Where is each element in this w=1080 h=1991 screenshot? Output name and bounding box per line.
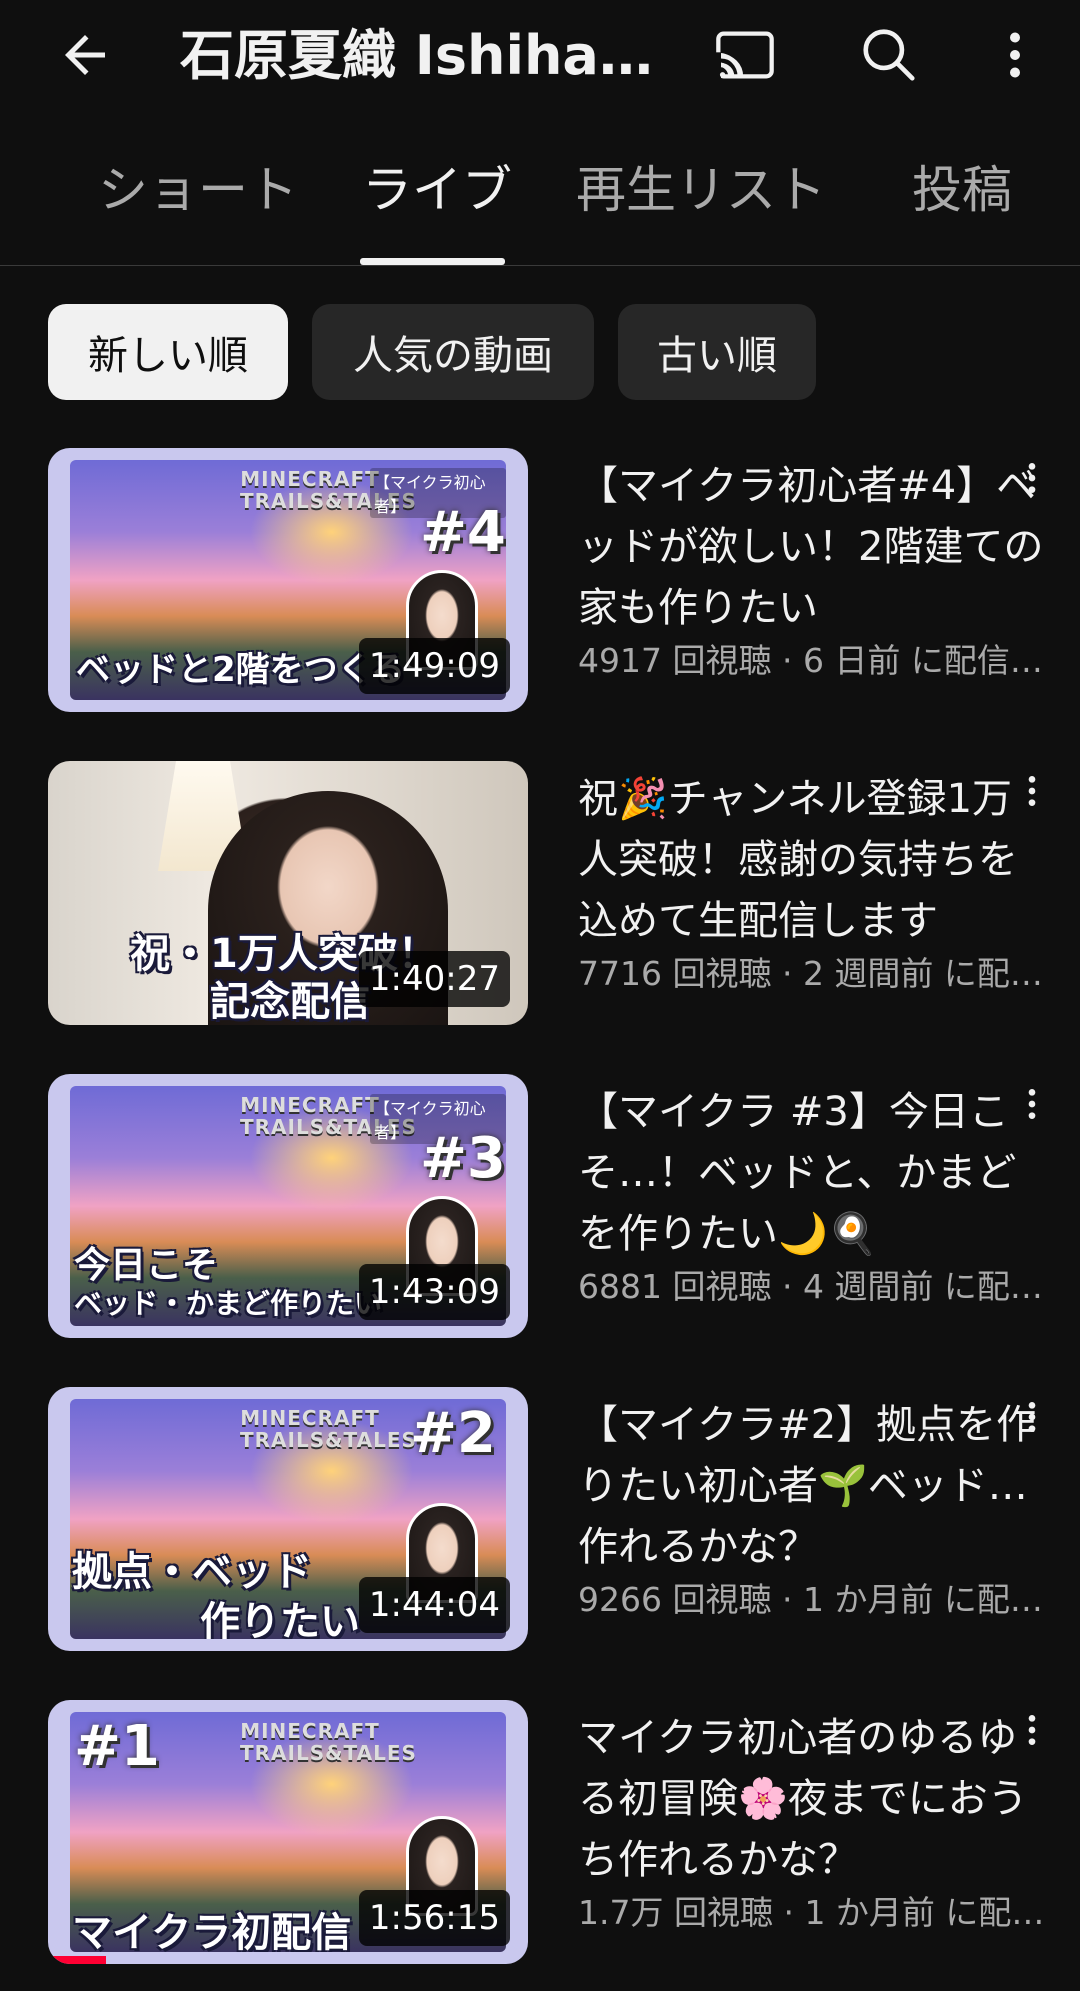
episode-number: #1	[74, 1714, 160, 1779]
video-duration: 1:44:04	[358, 1577, 510, 1633]
chip-popular[interactable]: 人気の動画	[312, 304, 594, 400]
more-vertical-icon	[1028, 463, 1036, 493]
search-button[interactable]	[844, 10, 934, 100]
video-more-button[interactable]	[1010, 1074, 1054, 1134]
watch-progress-bar	[48, 1956, 106, 1964]
video-meta: 4917 回視聴 · 6 日前 に配信済み	[578, 641, 1048, 680]
video-thumbnail[interactable]: MINECRAFT TRAILS&TALES #2 拠点・ベッド 作りたい 1:…	[48, 1387, 528, 1651]
active-tab-indicator	[360, 258, 505, 265]
video-duration: 1:49:09	[358, 638, 510, 694]
thumbnail-caption-line2: ベッド・かまど作りたい	[74, 1287, 383, 1320]
tab-playlists[interactable]: 再生リスト	[576, 160, 826, 220]
channel-tabs: ショート ライブ 再生リスト 投稿	[0, 140, 1080, 266]
more-vertical-icon	[1028, 1715, 1036, 1745]
video-more-button[interactable]	[1010, 448, 1054, 508]
video-meta: 7716 回視聴 · 2 週間前 に配信済み	[578, 954, 1048, 993]
back-button[interactable]	[40, 10, 130, 100]
thumbnail-logo: MINECRAFT TRAILS&TALES	[240, 1406, 417, 1452]
tab-live[interactable]: ライブ	[362, 160, 512, 220]
video-thumbnail[interactable]: #1 MINECRAFT TRAILS&TALES マイクラ初配信 1:56:1…	[48, 1700, 528, 1964]
arrow-left-icon	[65, 35, 105, 75]
channel-title: 石原夏織 Ishihara Kaori	[180, 24, 660, 87]
app-bar: 石原夏織 Ishihara Kaori	[0, 0, 1080, 110]
video-item[interactable]: MINECRAFT TRAILS&TALES 【マイクラ初心者】 #4 ベッドと…	[0, 448, 1080, 718]
thumbnail-caption-line2: 記念配信	[210, 979, 370, 1025]
thumbnail-logo: MINECRAFT TRAILS&TALES	[240, 1093, 417, 1139]
tab-posts[interactable]: 投稿	[912, 160, 1012, 220]
more-vertical-icon	[1028, 1402, 1036, 1432]
thumbnail-logo: MINECRAFT TRAILS&TALES	[240, 467, 417, 513]
chip-newest[interactable]: 新しい順	[48, 304, 288, 400]
video-more-button[interactable]	[1010, 1700, 1054, 1760]
more-vertical-icon	[1028, 776, 1036, 806]
thumbnail-caption: ベッドと2階をつくる	[76, 650, 405, 690]
video-duration: 1:56:15	[358, 1890, 510, 1946]
thumbnail-logo: MINECRAFT TRAILS&TALES	[240, 1719, 417, 1765]
video-thumbnail[interactable]: MINECRAFT TRAILS&TALES 【マイクラ初心者】 #4 ベッドと…	[48, 448, 528, 712]
video-meta: 9266 回視聴 · 1 か月前 に配信済み	[578, 1580, 1048, 1619]
video-meta: 1.7万 回視聴 · 1 か月前 に配信済み	[578, 1893, 1048, 1932]
episode-number: #4	[420, 500, 506, 565]
video-title[interactable]: 【マイクラ #3】今日こそ…！ベッドと、かまどを作りたい🌙🍳	[578, 1082, 1048, 1265]
video-thumbnail[interactable]: MINECRAFT TRAILS&TALES 【マイクラ初心者】 #3 今日こそ…	[48, 1074, 528, 1338]
cast-button[interactable]	[700, 10, 790, 100]
tab-shorts[interactable]: ショート	[98, 160, 298, 220]
video-item[interactable]: MINECRAFT TRAILS&TALES #2 拠点・ベッド 作りたい 1:…	[0, 1387, 1080, 1657]
episode-number: #3	[420, 1126, 506, 1191]
video-title[interactable]: 【マイクラ初心者#4】ベッドが欲しい！2階建ての家も作りたい	[578, 456, 1048, 639]
thumbnail-caption: マイクラ初配信	[72, 1910, 352, 1952]
search-icon	[863, 29, 915, 81]
more-vertical-icon	[1028, 1089, 1036, 1119]
video-title[interactable]: マイクラ初心者のゆるゆる初冒険🌸夜までにおうち作れるかな？	[578, 1708, 1048, 1891]
video-duration: 1:40:27	[358, 951, 510, 1007]
video-item[interactable]: 祝・1万人突破！ 記念配信 1:40:27 祝🎉チャンネル登録1万人突破！感謝の…	[0, 761, 1080, 1031]
video-thumbnail[interactable]: 祝・1万人突破！ 記念配信 1:40:27	[48, 761, 528, 1025]
video-duration: 1:43:09	[358, 1264, 510, 1320]
cast-icon	[713, 31, 774, 79]
video-title[interactable]: 祝🎉チャンネル登録1万人突破！感謝の気持ちを込めて生配信します	[578, 769, 1048, 952]
video-title[interactable]: 【マイクラ#2】拠点を作りたい初心者🌱ベッド…作れるかな？	[578, 1395, 1048, 1578]
more-options-button[interactable]	[970, 10, 1060, 100]
chip-oldest[interactable]: 古い順	[618, 304, 816, 400]
video-item[interactable]: MINECRAFT TRAILS&TALES 【マイクラ初心者】 #3 今日こそ…	[0, 1074, 1080, 1344]
video-more-button[interactable]	[1010, 761, 1054, 821]
more-vertical-icon	[1010, 32, 1020, 78]
thumbnail-caption-line2: 作りたい	[200, 1599, 360, 1639]
episode-number: #2	[410, 1401, 496, 1466]
video-more-button[interactable]	[1010, 1387, 1054, 1447]
video-item[interactable]: #1 MINECRAFT TRAILS&TALES マイクラ初配信 1:56:1…	[0, 1700, 1080, 1970]
video-meta: 6881 回視聴 · 4 週間前 に配信済み	[578, 1267, 1048, 1306]
thumbnail-caption-line1: 今日こそ	[74, 1245, 219, 1286]
